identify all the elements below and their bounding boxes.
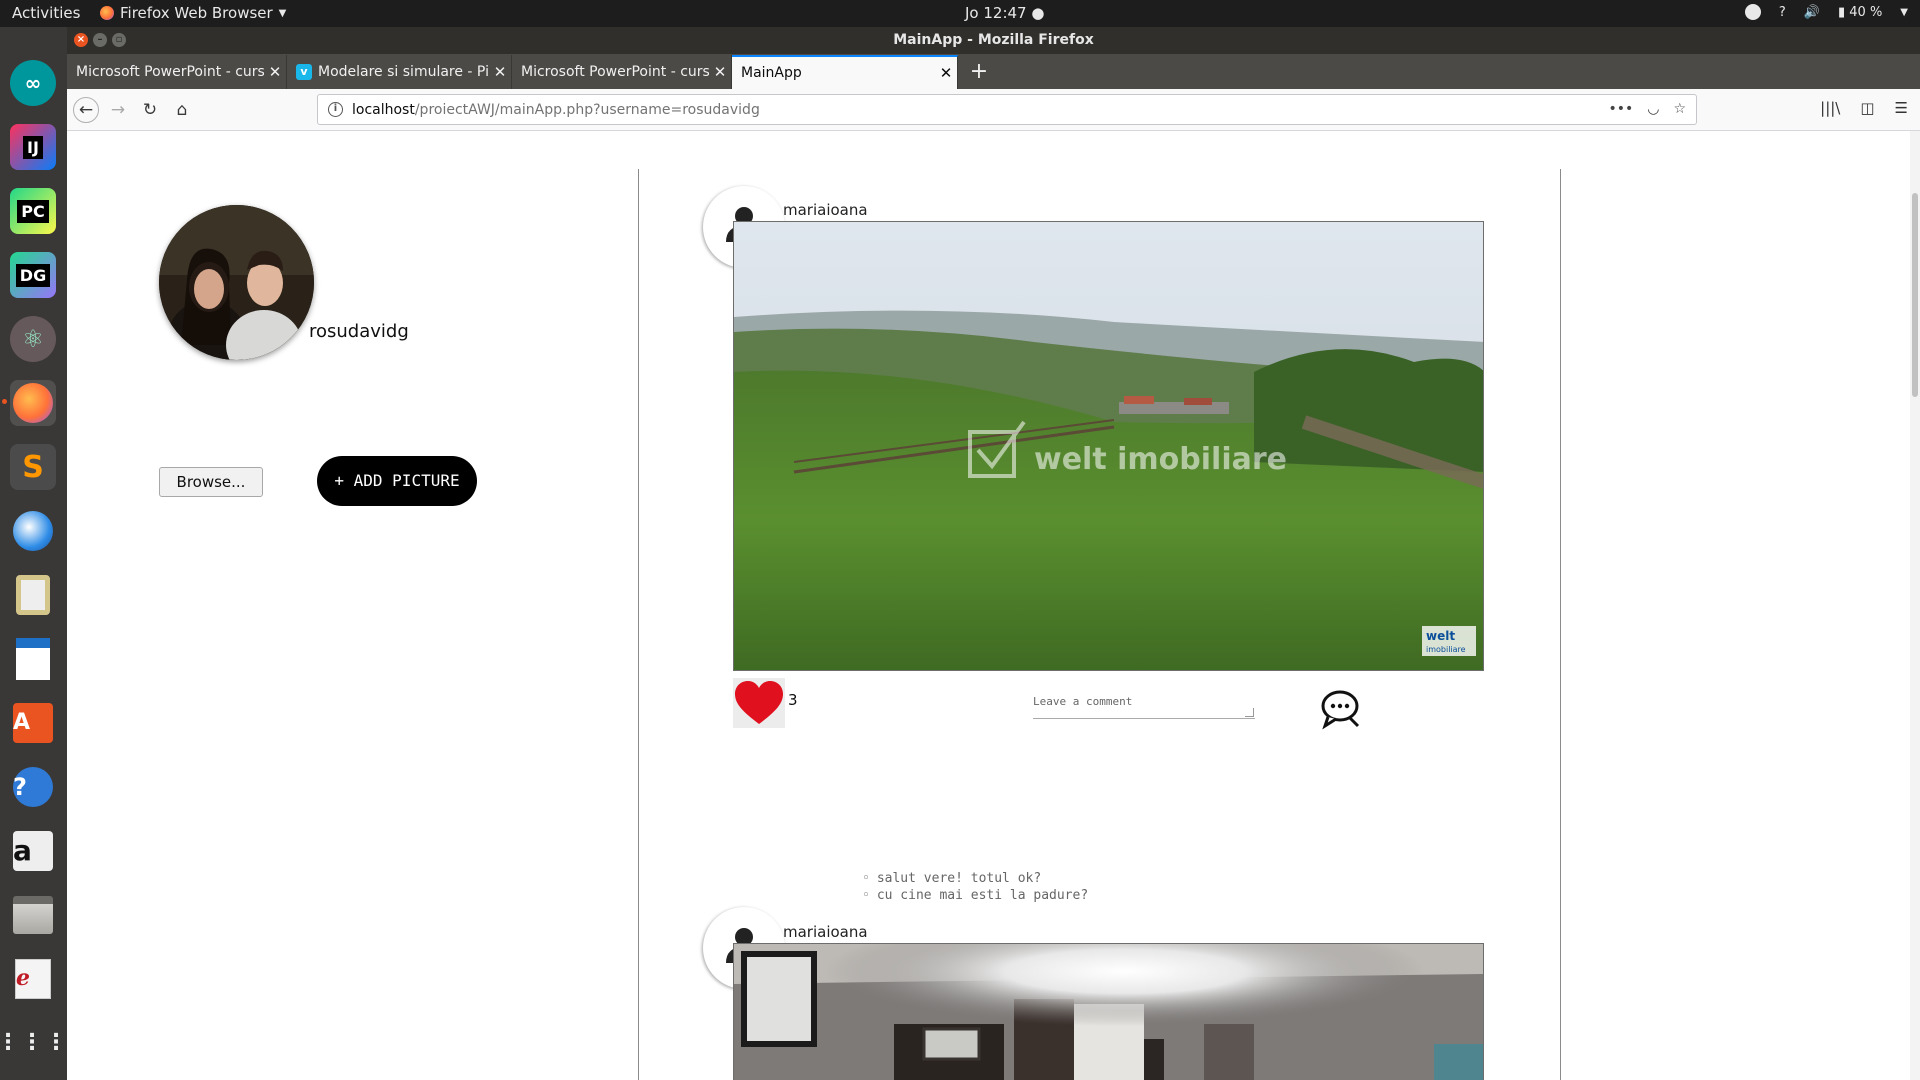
atom-icon[interactable]: ⚛ (10, 316, 56, 362)
comment-item: salut vere! totul ok? (862, 870, 1088, 887)
tab-label: MainApp (741, 65, 802, 81)
amazon-icon[interactable]: a (10, 828, 56, 874)
activities-button[interactable]: Activities (12, 4, 80, 22)
tab-label: Microsoft PowerPoint - curs (521, 64, 709, 80)
sidebar-icon[interactable]: ◫ (1860, 99, 1874, 117)
firefox-icon[interactable] (2, 380, 56, 426)
post-author-name: mariaioana (783, 923, 868, 941)
profile-avatar (159, 205, 314, 360)
close-icon[interactable]: ✕ (489, 63, 511, 81)
steam-icon[interactable] (1744, 4, 1761, 20)
interior-photo (734, 944, 1483, 1080)
tab-label: Microsoft PowerPoint - curs (76, 64, 264, 80)
thunderbird-icon[interactable] (10, 508, 56, 554)
sublime-text-icon[interactable]: S (10, 444, 56, 490)
software-center-icon[interactable]: A (10, 700, 56, 746)
like-button[interactable] (733, 678, 785, 728)
post-image[interactable]: welt imobiliare welt imobiliare (733, 221, 1484, 671)
right-divider (1560, 169, 1561, 1080)
browse-file-button[interactable]: Browse... (159, 467, 263, 497)
app-menu-label: Firefox Web Browser (120, 4, 273, 22)
page-scrollbar[interactable] (1910, 131, 1920, 1080)
comment-item: cu cine mai esti la padure? (862, 887, 1088, 904)
profile-photo (159, 205, 314, 360)
title-bar: × – ▫ MainApp - Mozilla Firefox (67, 27, 1920, 54)
close-icon[interactable]: ✕ (709, 63, 731, 81)
vimeo-icon: v (296, 64, 312, 80)
tab-powerpoint-2[interactable]: Microsoft PowerPoint - curs ✕ (512, 55, 732, 89)
evince-icon[interactable]: ℯ (10, 956, 56, 1002)
like-count: 3 (788, 691, 798, 709)
landscape-photo: welt imobiliare welt imobiliare (734, 222, 1483, 670)
system-top-bar: Activities Firefox Web Browser ▼ Jo 12:4… (0, 0, 1920, 27)
battery-indicator[interactable]: ▮ 40 % (1838, 5, 1882, 20)
badge-text: welt (1426, 629, 1455, 643)
home-button[interactable]: ⌂ (169, 97, 195, 123)
tab-label: Modelare si simulare - Pi (318, 64, 489, 80)
help-icon[interactable]: ? (1779, 5, 1786, 20)
heart-icon (735, 681, 783, 724)
comment-input[interactable]: Leave a comment (1033, 689, 1255, 719)
volume-icon[interactable]: 🔊 (1804, 5, 1820, 20)
profile-username: rosudavidg (309, 321, 409, 342)
post-author-name: mariaioana (783, 201, 868, 219)
navigation-bar: ← → ↻ ⌂ i localhost/proiectAWJ/mainApp.p… (67, 89, 1920, 131)
page-content: rosudavidg Browse... + ADD PICTURE maria… (67, 131, 1920, 1080)
library-icon[interactable]: |||\ (1820, 99, 1840, 117)
dock: ∞ IJ PC DG ⚛ S A ? a ℯ ⋮⋮⋮ (0, 27, 67, 1080)
arduino-icon[interactable]: ∞ (10, 60, 56, 106)
app-menu[interactable]: Firefox Web Browser ▼ (100, 4, 286, 22)
comment-bubble-icon (1321, 690, 1360, 730)
window-title: MainApp - Mozilla Firefox (893, 32, 1094, 48)
page-actions-icon[interactable]: ••• (1608, 101, 1633, 117)
firefox-window: × – ▫ MainApp - Mozilla Firefox Microsof… (67, 27, 1920, 1080)
clock[interactable]: Jo 12:47 ● (965, 4, 1044, 22)
close-icon[interactable]: ✕ (264, 63, 286, 81)
new-tab-button[interactable]: + (965, 59, 993, 84)
badge-subtext: imobiliare (1426, 645, 1466, 654)
back-button[interactable]: ← (73, 97, 99, 123)
reload-button[interactable]: ↻ (137, 97, 163, 123)
help-icon[interactable]: ? (10, 764, 56, 810)
add-picture-button[interactable]: + ADD PICTURE (317, 456, 477, 506)
send-comment-button[interactable] (1320, 688, 1364, 730)
show-applications-icon[interactable]: ⋮⋮⋮ (0, 1020, 67, 1066)
pycharm-icon[interactable]: PC (10, 188, 56, 234)
tab-strip: Microsoft PowerPoint - curs ✕ v Modelare… (67, 54, 1920, 89)
chevron-down-icon: ▼ (278, 7, 287, 19)
comment-list: salut vere! totul ok? cu cine mai esti l… (862, 870, 1088, 904)
tab-modelare-simulare[interactable]: v Modelare si simulare - Pi ✕ (287, 55, 512, 89)
datagrip-icon[interactable]: DG (10, 252, 56, 298)
clock-label: Jo 12:47 (965, 4, 1027, 22)
post-image[interactable] (733, 943, 1484, 1080)
rhythmbox-icon[interactable] (10, 572, 56, 618)
watermark-text: welt imobiliare (1034, 442, 1287, 477)
pocket-icon[interactable]: ◡ (1647, 101, 1659, 117)
battery-icon: ▮ (1837, 4, 1846, 20)
battery-label: 40 % (1849, 4, 1883, 20)
notification-dot-icon: ● (1031, 4, 1045, 22)
intellij-icon[interactable]: IJ (10, 124, 56, 170)
chevron-down-icon[interactable]: ▼ (1900, 7, 1908, 18)
forward-button[interactable]: → (105, 97, 131, 123)
close-icon[interactable]: ✕ (935, 64, 957, 82)
scrollbar-thumb[interactable] (1912, 193, 1918, 397)
url-bar[interactable]: i localhost/proiectAWJ/mainApp.php?usern… (317, 94, 1697, 125)
url-host: localhost (352, 101, 415, 118)
files-icon[interactable] (10, 892, 56, 938)
system-tray[interactable]: ? 🔊 ▮ 40 % ▼ (1744, 4, 1908, 20)
libreoffice-writer-icon[interactable] (10, 636, 56, 682)
site-info-icon[interactable]: i (328, 102, 343, 117)
firefox-icon (100, 6, 114, 20)
url-path: /proiectAWJ/mainApp.php?username=rosudav… (414, 101, 760, 118)
tab-powerpoint-1[interactable]: Microsoft PowerPoint - curs ✕ (67, 55, 287, 89)
bookmark-star-icon[interactable]: ☆ (1673, 101, 1686, 117)
tab-mainapp[interactable]: MainApp ✕ (732, 55, 958, 89)
hamburger-menu-icon[interactable]: ☰ (1895, 99, 1908, 117)
left-divider (638, 169, 639, 1080)
